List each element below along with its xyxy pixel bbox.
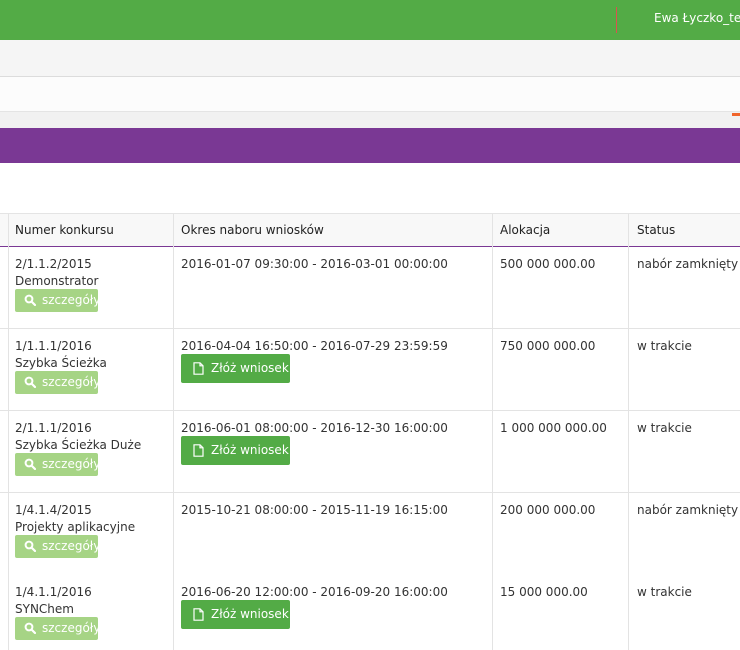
table-row: 2/1.1.1/2016 Szybka Ścieżka Duże szczegó… bbox=[0, 411, 740, 493]
document-icon bbox=[193, 608, 204, 621]
application-period: 2015-10-21 08:00:00 - 2015-11-19 16:15:0… bbox=[181, 503, 448, 517]
details-button-label: szczegóły bbox=[42, 293, 101, 307]
sub-nav-band bbox=[0, 77, 740, 112]
document-icon bbox=[193, 444, 204, 457]
application-period: 2016-01-07 09:30:00 - 2016-03-01 00:00:0… bbox=[181, 257, 448, 271]
details-button-label: szczegóły bbox=[42, 621, 101, 635]
submit-application-label: Złóż wniosek bbox=[211, 443, 289, 457]
table-row: 1/4.1.1/2016 SYNChem szczegóły 2016-06-2… bbox=[0, 575, 740, 650]
header-allocation[interactable]: Alokacja bbox=[500, 223, 550, 237]
table-row: 1/4.1.4/2015 Projekty aplikacyjne szczeg… bbox=[0, 493, 740, 575]
search-icon bbox=[24, 376, 36, 388]
submit-application-button[interactable]: Złóż wniosek bbox=[181, 436, 290, 465]
table-header: Numer konkursu Okres naboru wniosków Alo… bbox=[0, 214, 740, 247]
details-button[interactable]: szczegóły bbox=[15, 371, 101, 394]
competition-number: 1/4.1.1/2016 bbox=[15, 585, 92, 599]
filter-area bbox=[0, 163, 740, 214]
competition-number: 2/1.1.1/2016 bbox=[15, 421, 92, 435]
search-icon bbox=[24, 458, 36, 470]
search-icon bbox=[24, 540, 36, 552]
application-period: 2016-06-20 12:00:00 - 2016-09-20 16:00:0… bbox=[181, 585, 448, 599]
status: w trakcie bbox=[637, 585, 692, 599]
nav-band bbox=[0, 40, 740, 77]
details-button-label: szczegóły bbox=[42, 539, 101, 553]
competition-number: 2/1.1.2/2015 bbox=[15, 257, 92, 271]
search-icon bbox=[24, 294, 36, 306]
top-bar: Ewa Łyczko_test bbox=[0, 0, 740, 40]
application-period: 2016-06-01 08:00:00 - 2016-12-30 16:00:0… bbox=[181, 421, 448, 435]
status: w trakcie bbox=[637, 339, 692, 353]
competition-name: Szybka Ścieżka Duże bbox=[15, 438, 142, 452]
table-row: 1/1.1.1/2016 Szybka Ścieżka szczegóły 20… bbox=[0, 329, 740, 411]
header-number[interactable]: Numer konkursu bbox=[15, 223, 114, 237]
search-icon bbox=[24, 622, 36, 634]
submit-application-label: Złóż wniosek bbox=[211, 361, 289, 375]
header-status[interactable]: Status bbox=[637, 223, 675, 237]
competition-name: Szybka Ścieżka bbox=[15, 356, 107, 370]
details-button-label: szczegóły bbox=[42, 457, 101, 471]
accent-mark bbox=[732, 113, 740, 116]
divider-band bbox=[0, 112, 740, 128]
details-button[interactable]: szczegóły bbox=[15, 617, 101, 640]
allocation: 200 000 000.00 bbox=[500, 503, 596, 517]
allocation: 15 000 000.00 bbox=[500, 585, 588, 599]
allocation: 1 000 000 000.00 bbox=[500, 421, 607, 435]
header-period[interactable]: Okres naboru wniosków bbox=[181, 223, 324, 237]
application-period: 2016-04-04 16:50:00 - 2016-07-29 23:59:5… bbox=[181, 339, 448, 353]
competitions-table: Numer konkursu Okres naboru wniosków Alo… bbox=[0, 214, 740, 650]
submit-application-button[interactable]: Złóż wniosek bbox=[181, 354, 290, 383]
table-row: 2/1.1.2/2015 Demonstrator szczegóły 2016… bbox=[0, 247, 740, 329]
section-header-bar bbox=[0, 128, 740, 163]
competition-number: 1/1.1.1/2016 bbox=[15, 339, 92, 353]
status: w trakcie bbox=[637, 421, 692, 435]
details-button-label: szczegóły bbox=[42, 375, 101, 389]
submit-application-label: Złóż wniosek bbox=[211, 607, 289, 621]
allocation: 500 000 000.00 bbox=[500, 257, 596, 271]
details-button[interactable]: szczegóły bbox=[15, 289, 101, 312]
details-button[interactable]: szczegóły bbox=[15, 453, 101, 476]
status: nabór zamknięty bbox=[637, 257, 739, 271]
submit-application-button[interactable]: Złóż wniosek bbox=[181, 600, 290, 629]
competition-name: Projekty aplikacyjne bbox=[15, 520, 136, 534]
user-name[interactable]: Ewa Łyczko_test bbox=[654, 11, 740, 25]
allocation: 750 000 000.00 bbox=[500, 339, 596, 353]
competition-name: SYNChem bbox=[15, 602, 74, 616]
competition-name: Demonstrator bbox=[15, 274, 99, 288]
top-bar-separator bbox=[616, 7, 617, 33]
status: nabór zamknięty bbox=[637, 503, 739, 517]
document-icon bbox=[193, 362, 204, 375]
details-button[interactable]: szczegóły bbox=[15, 535, 101, 558]
competition-number: 1/4.1.4/2015 bbox=[15, 503, 92, 517]
